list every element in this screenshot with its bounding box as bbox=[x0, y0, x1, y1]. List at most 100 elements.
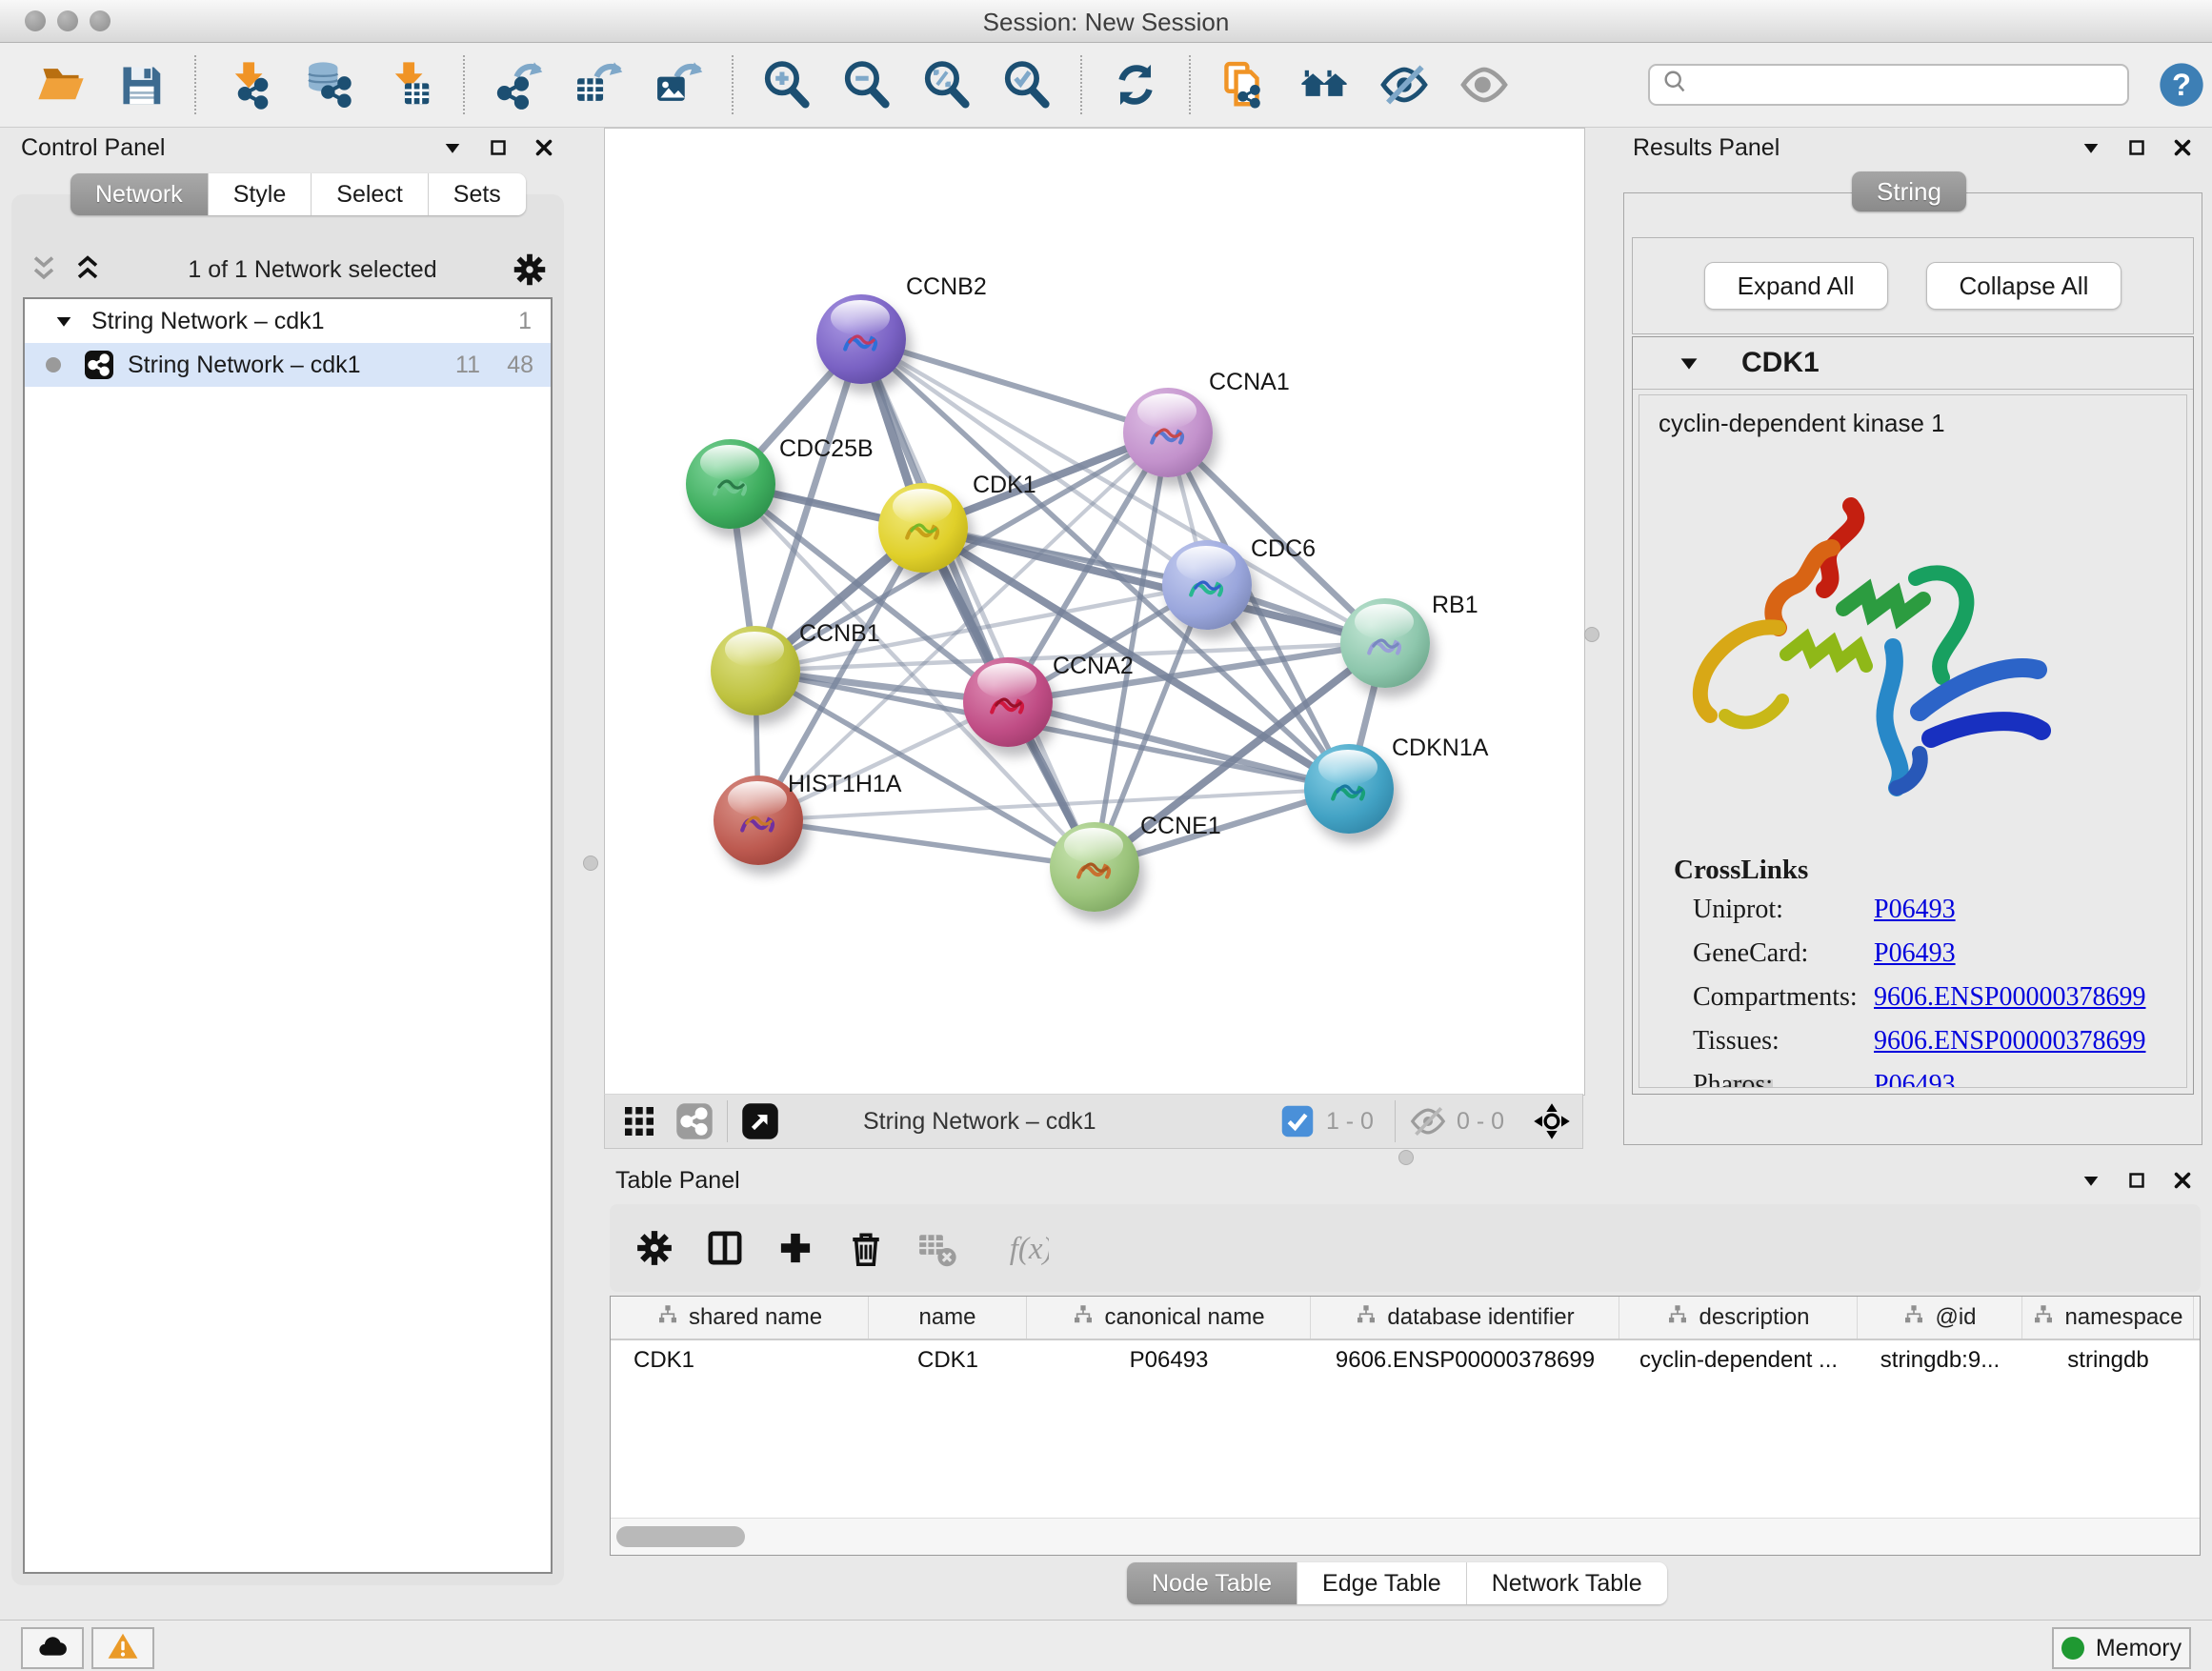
table-cell[interactable]: stringdb:9... bbox=[1858, 1347, 2022, 1374]
column-header-shared-name[interactable]: shared name bbox=[611, 1297, 869, 1339]
scrollbar-thumb[interactable] bbox=[616, 1526, 745, 1547]
export-image-button[interactable] bbox=[652, 58, 705, 111]
table-row[interactable]: CDK1CDK1P064939606.ENSP00000378699cyclin… bbox=[611, 1340, 2200, 1380]
import-table-file-button[interactable] bbox=[383, 58, 436, 111]
add-column-icon[interactable] bbox=[774, 1226, 817, 1270]
crosslink-link[interactable]: 9606.ENSP00000378699 bbox=[1874, 982, 2145, 1026]
tab-edge-table[interactable]: Edge Table bbox=[1297, 1562, 1466, 1604]
tab-sets[interactable]: Sets bbox=[428, 173, 526, 215]
results-panel-collapse-icon[interactable] bbox=[2077, 133, 2105, 162]
collection-expander-icon[interactable] bbox=[51, 309, 76, 333]
network-node-CDKN1A[interactable] bbox=[1304, 744, 1394, 834]
network-node-CDK1[interactable] bbox=[878, 483, 968, 573]
expand-all-networks-icon[interactable] bbox=[70, 252, 105, 287]
column-header-id[interactable]: @id bbox=[1858, 1297, 2022, 1339]
network-node-RB1[interactable] bbox=[1340, 598, 1430, 688]
crosslink-link[interactable]: 9606.ENSP00000378699 bbox=[1874, 1026, 2145, 1070]
show-columns-icon[interactable] bbox=[703, 1226, 747, 1270]
birdseye-navigator-icon[interactable] bbox=[739, 1100, 781, 1142]
tab-style[interactable]: Style bbox=[208, 173, 312, 215]
network-collection-row[interactable]: String Network – cdk1 1 bbox=[25, 299, 551, 343]
search-box[interactable] bbox=[1648, 64, 2129, 106]
expand-all-button[interactable]: Expand All bbox=[1704, 262, 1888, 310]
entry-expander-icon[interactable] bbox=[1675, 349, 1703, 377]
control-panel-close-icon[interactable] bbox=[530, 133, 558, 162]
fit-selected-crosshair-icon[interactable] bbox=[1531, 1100, 1573, 1142]
column-header-description[interactable]: description bbox=[1619, 1297, 1858, 1339]
table-horizontal-scrollbar[interactable] bbox=[611, 1518, 2200, 1555]
import-network-file-button[interactable] bbox=[223, 58, 276, 111]
network-row-selected[interactable]: String Network – cdk1 11 48 bbox=[25, 343, 551, 387]
delete-column-icon[interactable] bbox=[844, 1226, 888, 1270]
collapse-all-networks-icon[interactable] bbox=[27, 252, 61, 287]
group-nodes-button[interactable] bbox=[1297, 58, 1351, 111]
cloud-status-button[interactable] bbox=[21, 1627, 84, 1669]
table-settings-gear-icon[interactable] bbox=[633, 1226, 676, 1270]
export-table-button[interactable] bbox=[572, 58, 625, 111]
zoom-in-button[interactable] bbox=[760, 58, 814, 111]
table-panel-float-icon[interactable] bbox=[2122, 1166, 2151, 1195]
node-table[interactable]: shared namenamecanonical namedatabase id… bbox=[610, 1296, 2201, 1556]
export-network-button[interactable] bbox=[492, 58, 545, 111]
table-cell[interactable]: cyclin-dependent ... bbox=[1619, 1347, 1858, 1374]
tab-node-table[interactable]: Node Table bbox=[1127, 1562, 1297, 1604]
show-all-button[interactable] bbox=[1458, 58, 1511, 111]
control-panel-collapse-icon[interactable] bbox=[438, 133, 467, 162]
zoom-fit-button[interactable] bbox=[920, 58, 974, 111]
network-node-CDC25B[interactable] bbox=[686, 439, 775, 529]
selected-checkbox-icon[interactable] bbox=[1277, 1100, 1318, 1142]
table-cell[interactable]: P06493 bbox=[1027, 1347, 1311, 1374]
tab-network[interactable]: Network bbox=[70, 173, 208, 215]
network-overview-icon[interactable] bbox=[674, 1100, 715, 1142]
save-session-button[interactable] bbox=[114, 58, 168, 111]
network-node-CCNB2[interactable] bbox=[816, 294, 906, 384]
right-divider-handle[interactable] bbox=[1584, 627, 1599, 642]
crosslink-link[interactable]: P06493 bbox=[1874, 1070, 1956, 1088]
results-panel-close-icon[interactable] bbox=[2168, 133, 2197, 162]
column-header-canonical-name[interactable]: canonical name bbox=[1027, 1297, 1311, 1339]
table-cell[interactable]: 9606.ENSP00000378699 bbox=[1311, 1347, 1619, 1374]
title-bar[interactable]: Session: New Session bbox=[0, 0, 2212, 43]
collapse-all-button[interactable]: Collapse All bbox=[1926, 262, 2122, 310]
search-input[interactable] bbox=[1698, 70, 2127, 99]
network-node-CCNA1[interactable] bbox=[1123, 388, 1213, 477]
network-edge[interactable] bbox=[861, 339, 1168, 433]
column-header-database-identifier[interactable]: database identifier bbox=[1311, 1297, 1619, 1339]
warnings-button[interactable] bbox=[91, 1627, 154, 1669]
zoom-out-button[interactable] bbox=[840, 58, 894, 111]
network-node-CCNE1[interactable] bbox=[1050, 822, 1139, 912]
node-entry-header[interactable]: CDK1 bbox=[1633, 337, 2193, 390]
control-panel-float-icon[interactable] bbox=[484, 133, 513, 162]
network-view-canvas[interactable]: CCNB2CCNA1CDC25BCDK1CDC6RB1CCNB1CCNA2CDK… bbox=[604, 128, 1585, 1096]
table-panel-close-icon[interactable] bbox=[2168, 1166, 2197, 1195]
open-session-button[interactable] bbox=[34, 58, 88, 111]
table-cell[interactable]: CDK1 bbox=[611, 1347, 869, 1374]
zoom-selected-button[interactable] bbox=[1000, 58, 1054, 111]
grid-view-icon[interactable] bbox=[618, 1100, 660, 1142]
tab-select[interactable]: Select bbox=[311, 173, 427, 215]
network-node-CDC6[interactable] bbox=[1162, 540, 1252, 630]
import-network-database-button[interactable] bbox=[303, 58, 356, 111]
horizontal-divider-handle[interactable] bbox=[1398, 1150, 1414, 1165]
refresh-view-button[interactable] bbox=[1109, 58, 1162, 111]
network-from-selection-button[interactable] bbox=[1217, 58, 1271, 111]
help-button[interactable]: ? bbox=[2158, 61, 2205, 109]
hidden-eye-slash-icon[interactable] bbox=[1407, 1100, 1449, 1142]
column-header-namespace[interactable]: namespace bbox=[2022, 1297, 2194, 1339]
column-header-name[interactable]: name bbox=[869, 1297, 1027, 1339]
results-panel-float-icon[interactable] bbox=[2122, 133, 2151, 162]
table-cell[interactable]: stringdb bbox=[2022, 1347, 2194, 1374]
table-panel-collapse-icon[interactable] bbox=[2077, 1166, 2105, 1195]
network-node-CCNB1[interactable] bbox=[711, 626, 800, 715]
left-divider-handle[interactable] bbox=[583, 856, 598, 871]
memory-button[interactable]: Memory bbox=[2052, 1627, 2191, 1669]
table-cell[interactable]: CDK1 bbox=[869, 1347, 1027, 1374]
network-options-gear-icon[interactable] bbox=[511, 251, 549, 289]
network-node-CCNA2[interactable] bbox=[963, 657, 1053, 747]
crosslink-link[interactable]: P06493 bbox=[1874, 938, 1956, 982]
hide-selected-button[interactable] bbox=[1377, 58, 1431, 111]
tab-string[interactable]: String bbox=[1852, 171, 1966, 211]
tab-network-table[interactable]: Network Table bbox=[1466, 1562, 1667, 1604]
network-edge[interactable] bbox=[758, 820, 1095, 867]
crosslink-link[interactable]: P06493 bbox=[1874, 895, 1956, 938]
